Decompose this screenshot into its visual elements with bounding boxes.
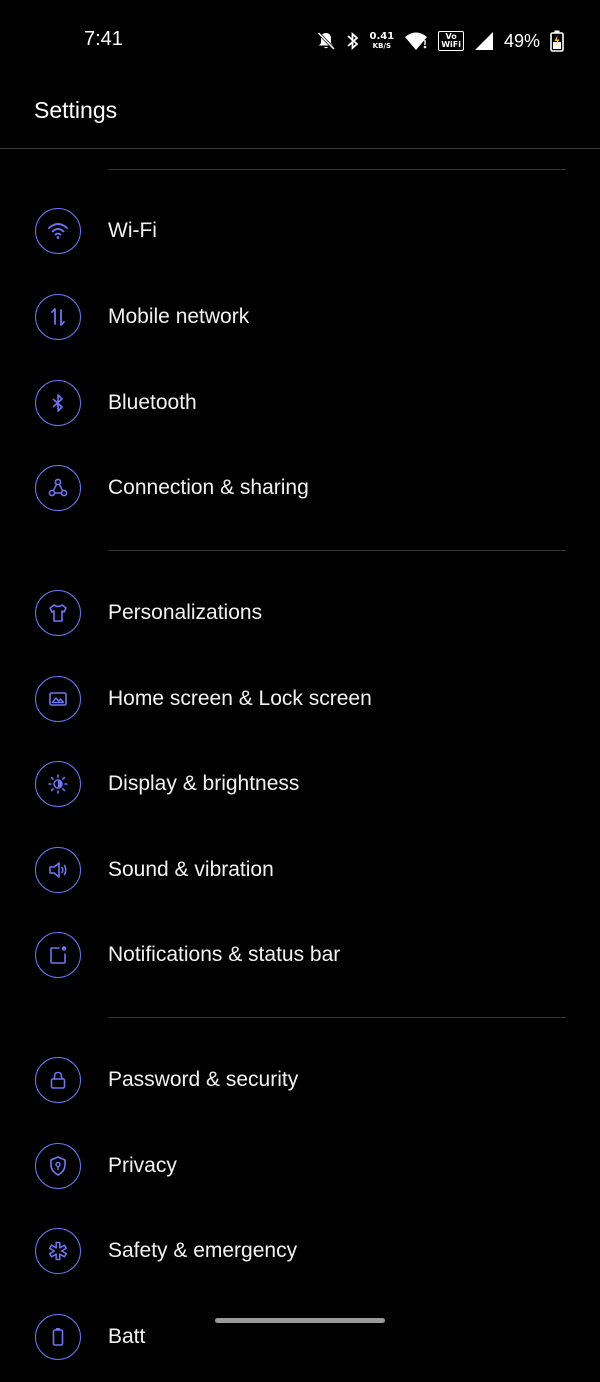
setting-label: Sound & vibration bbox=[108, 858, 274, 881]
setting-label: Safety & emergency bbox=[108, 1239, 298, 1262]
header-divider bbox=[0, 148, 600, 149]
page-title: Settings bbox=[34, 97, 118, 123]
vowifi-badge: Vo WiFi bbox=[438, 31, 464, 51]
setting-label: Connection & sharing bbox=[108, 476, 309, 499]
status-time: 7:41 bbox=[84, 28, 123, 50]
setting-password-security[interactable]: Password & security bbox=[0, 1039, 600, 1125]
battery-icon bbox=[35, 1314, 81, 1360]
setting-label: Notifications & status bar bbox=[108, 943, 341, 966]
signal-icon bbox=[474, 31, 494, 51]
net-speed: 0.41 KB/S bbox=[369, 31, 395, 51]
setting-safety-emergency[interactable]: Safety & emergency bbox=[0, 1210, 600, 1296]
notification-icon bbox=[35, 932, 81, 978]
setting-label: Mobile network bbox=[108, 305, 250, 328]
setting-sound-vibration[interactable]: Sound & vibration bbox=[0, 829, 600, 915]
setting-label: Wi-Fi bbox=[108, 219, 157, 242]
battery-percent: 49% bbox=[503, 30, 540, 51]
wifi-icon bbox=[35, 208, 81, 254]
battery-charging-icon bbox=[550, 30, 564, 52]
brightness-icon bbox=[35, 761, 81, 807]
setting-label: Display & brightness bbox=[108, 772, 300, 795]
shirt-icon bbox=[35, 590, 81, 636]
speaker-icon bbox=[35, 847, 81, 893]
privacy-shield-icon bbox=[35, 1143, 81, 1189]
vowifi-bottom: WiFi bbox=[441, 40, 461, 49]
setting-privacy[interactable]: Privacy bbox=[0, 1125, 600, 1211]
wifi-icon bbox=[404, 31, 428, 51]
setting-personalizations[interactable]: Personalizations bbox=[0, 572, 600, 658]
setting-wifi[interactable]: Wi-Fi bbox=[0, 190, 600, 276]
setting-battery[interactable]: Batt bbox=[0, 1296, 600, 1382]
setting-label: Password & security bbox=[108, 1068, 299, 1091]
setting-bluetooth[interactable]: Bluetooth bbox=[0, 362, 600, 448]
setting-connection-sharing[interactable]: Connection & sharing bbox=[0, 447, 600, 533]
mobile-data-icon bbox=[35, 294, 81, 340]
section-divider bbox=[108, 550, 566, 551]
wallpaper-icon bbox=[35, 676, 81, 722]
section-divider bbox=[108, 169, 566, 170]
status-bar: 7:41 0.41 KB/S Vo WiFi 49% bbox=[0, 0, 600, 80]
net-speed-unit: KB/S bbox=[372, 42, 392, 50]
bluetooth-icon bbox=[35, 380, 81, 426]
emergency-icon bbox=[35, 1228, 81, 1274]
bell-off-icon bbox=[316, 31, 336, 51]
setting-notifications-status-bar[interactable]: Notifications & status bar bbox=[0, 914, 600, 1000]
setting-display-brightness[interactable]: Display & brightness bbox=[0, 743, 600, 829]
section-divider bbox=[108, 1017, 566, 1018]
bluetooth-icon bbox=[346, 31, 360, 51]
setting-label: Batt bbox=[108, 1325, 146, 1348]
lock-icon bbox=[35, 1057, 81, 1103]
setting-mobile-network[interactable]: Mobile network bbox=[0, 276, 600, 362]
setting-label: Personalizations bbox=[108, 601, 263, 624]
setting-label: Bluetooth bbox=[108, 391, 197, 414]
net-speed-value: 0.41 bbox=[369, 31, 395, 42]
status-icons: 0.41 KB/S Vo WiFi 49% bbox=[316, 28, 565, 54]
setting-home-lock-screen[interactable]: Home screen & Lock screen bbox=[0, 658, 600, 744]
connection-sharing-icon bbox=[35, 465, 81, 511]
setting-label: Privacy bbox=[108, 1154, 177, 1177]
home-indicator[interactable] bbox=[215, 1318, 385, 1323]
setting-label: Home screen & Lock screen bbox=[108, 687, 372, 710]
